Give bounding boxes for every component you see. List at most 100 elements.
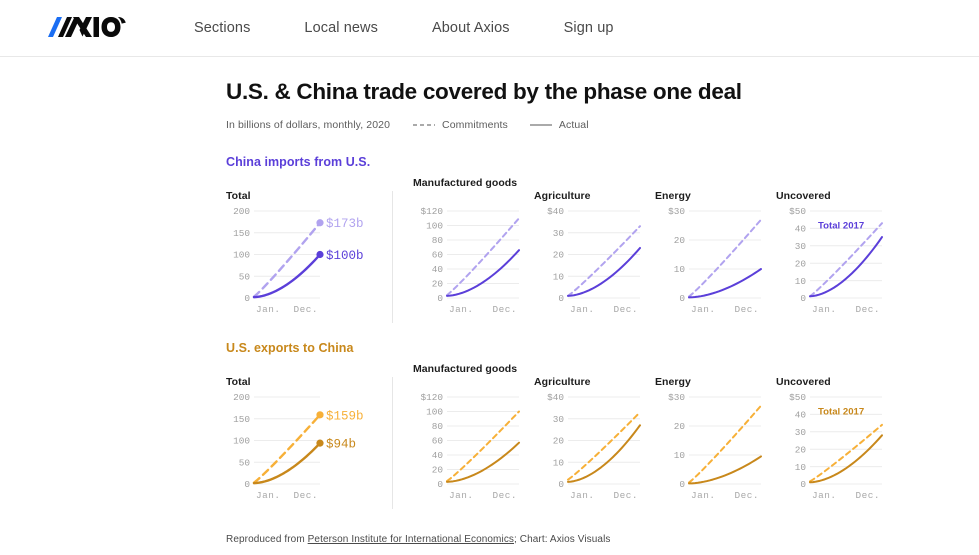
svg-text:40: 40	[795, 410, 807, 421]
legend-item-actual: Actual	[530, 119, 589, 131]
svg-text:10: 10	[553, 271, 565, 282]
svg-text:100: 100	[426, 407, 443, 418]
svg-text:60: 60	[432, 250, 444, 261]
svg-text:Total 2017: Total 2017	[818, 220, 864, 231]
svg-text:200: 200	[233, 206, 250, 217]
chart-page: U.S. & China trade covered by the phase …	[0, 57, 979, 509]
svg-text:40: 40	[432, 450, 444, 461]
svg-text:100: 100	[426, 221, 443, 232]
svg-text:80: 80	[432, 421, 444, 432]
svg-text:20: 20	[553, 250, 565, 261]
panel-title: Total	[226, 177, 378, 203]
svg-text:Jan.: Jan.	[570, 490, 595, 501]
svg-text:30: 30	[553, 228, 565, 239]
svg-text:$159b: $159b	[326, 409, 364, 423]
nav-link-about-axios[interactable]: About Axios	[432, 20, 510, 36]
svg-text:0: 0	[679, 479, 685, 490]
dashed-line-icon	[413, 121, 435, 129]
chart-section: U.S. exports to ChinaTotal200150100500Ja…	[226, 341, 979, 509]
svg-text:40: 40	[795, 224, 807, 235]
svg-text:Total 2017: Total 2017	[818, 406, 864, 417]
svg-text:150: 150	[233, 228, 250, 239]
svg-text:Dec.: Dec.	[734, 490, 759, 501]
svg-text:30: 30	[553, 414, 565, 425]
axios-logo[interactable]	[48, 17, 126, 39]
svg-text:$94b: $94b	[326, 438, 356, 452]
chart-section: China imports from U.S.Total200150100500…	[226, 155, 979, 323]
svg-text:Jan.: Jan.	[812, 304, 837, 315]
svg-text:Dec.: Dec.	[492, 304, 517, 315]
site-header: Sections Local news About Axios Sign up	[0, 0, 979, 57]
svg-text:Dec.: Dec.	[293, 490, 318, 501]
chart-sections: China imports from U.S.Total200150100500…	[226, 155, 979, 509]
svg-text:0: 0	[679, 293, 685, 304]
svg-text:20: 20	[432, 279, 444, 290]
svg-text:Jan.: Jan.	[812, 490, 837, 501]
nav-link-sections[interactable]: Sections	[194, 20, 250, 36]
panel-title: Manufactured goods	[413, 363, 525, 389]
svg-text:150: 150	[233, 414, 250, 425]
chart-panel-uncovered: Uncovered$50403020100Jan.Dec.Total 2017	[776, 177, 888, 318]
svg-text:100: 100	[233, 250, 250, 261]
panel-divider	[392, 377, 393, 509]
svg-text:0: 0	[244, 293, 250, 304]
chart-credit: Reproduced from Peterson Institute for I…	[226, 534, 611, 545]
svg-text:0: 0	[244, 479, 250, 490]
nav-link-sign-up[interactable]: Sign up	[564, 20, 614, 36]
svg-text:200: 200	[233, 392, 250, 403]
credit-source-link[interactable]: Peterson Institute for International Eco…	[308, 534, 514, 545]
panel-title: Uncovered	[776, 363, 888, 389]
chart-panel-agriculture: Agriculture$403020100Jan.Dec.	[534, 363, 646, 504]
legend-label-actual: Actual	[559, 119, 589, 131]
svg-text:Jan.: Jan.	[691, 304, 716, 315]
svg-text:100: 100	[233, 436, 250, 447]
credit-prefix: Reproduced from	[226, 534, 308, 545]
main-navigation: Sections Local news About Axios Sign up	[194, 20, 668, 36]
svg-text:Dec.: Dec.	[613, 304, 638, 315]
svg-text:Jan.: Jan.	[256, 490, 281, 501]
svg-text:Jan.: Jan.	[449, 304, 474, 315]
svg-text:Dec.: Dec.	[855, 304, 880, 315]
svg-text:20: 20	[795, 444, 807, 455]
panel-title: Manufactured goods	[413, 177, 525, 203]
panel-row: Total200150100500Jan.Dec.$173b$100bManuf…	[226, 177, 979, 323]
panel-title: Agriculture	[534, 363, 646, 389]
credit-suffix: ; Chart: Axios Visuals	[514, 534, 611, 545]
panel-title: Energy	[655, 363, 767, 389]
svg-text:$30: $30	[668, 206, 685, 217]
panel-divider	[392, 191, 393, 323]
svg-text:80: 80	[432, 235, 444, 246]
legend-label-commitments: Commitments	[442, 119, 508, 131]
svg-text:20: 20	[795, 258, 807, 269]
svg-text:0: 0	[800, 479, 806, 490]
svg-text:$173b: $173b	[326, 217, 364, 231]
svg-text:10: 10	[674, 450, 686, 461]
svg-text:0: 0	[437, 479, 443, 490]
chart-panel-manufactured-goods: Manufactured goods$120100806040200Jan.De…	[413, 177, 525, 318]
svg-text:10: 10	[553, 457, 565, 468]
svg-text:20: 20	[674, 421, 686, 432]
svg-text:20: 20	[674, 235, 686, 246]
panel-title: Energy	[655, 177, 767, 203]
svg-text:10: 10	[795, 462, 807, 473]
legend-item-commitments: Commitments	[413, 119, 508, 131]
svg-text:20: 20	[432, 465, 444, 476]
svg-text:0: 0	[437, 293, 443, 304]
svg-text:Dec.: Dec.	[492, 490, 517, 501]
svg-text:Jan.: Jan.	[691, 490, 716, 501]
chart-panel-energy: Energy $30 20 10 0 Jan. Dec.	[655, 177, 767, 318]
svg-text:0: 0	[558, 293, 564, 304]
svg-text:Dec.: Dec.	[734, 304, 759, 315]
svg-text:10: 10	[674, 264, 686, 275]
svg-text:Jan.: Jan.	[256, 304, 281, 315]
axios-wordmark-icon	[48, 17, 126, 39]
chart-panel-total: Total200150100500Jan.Dec.$159b$94b	[226, 363, 378, 504]
svg-text:$40: $40	[547, 206, 564, 217]
svg-text:$120: $120	[420, 206, 443, 217]
svg-text:Dec.: Dec.	[613, 490, 638, 501]
nav-link-local-news[interactable]: Local news	[304, 20, 378, 36]
svg-text:$50: $50	[789, 206, 806, 217]
svg-text:30: 30	[795, 241, 807, 252]
svg-text:0: 0	[800, 293, 806, 304]
chart-panel-total: Total200150100500Jan.Dec.$173b$100b	[226, 177, 378, 318]
